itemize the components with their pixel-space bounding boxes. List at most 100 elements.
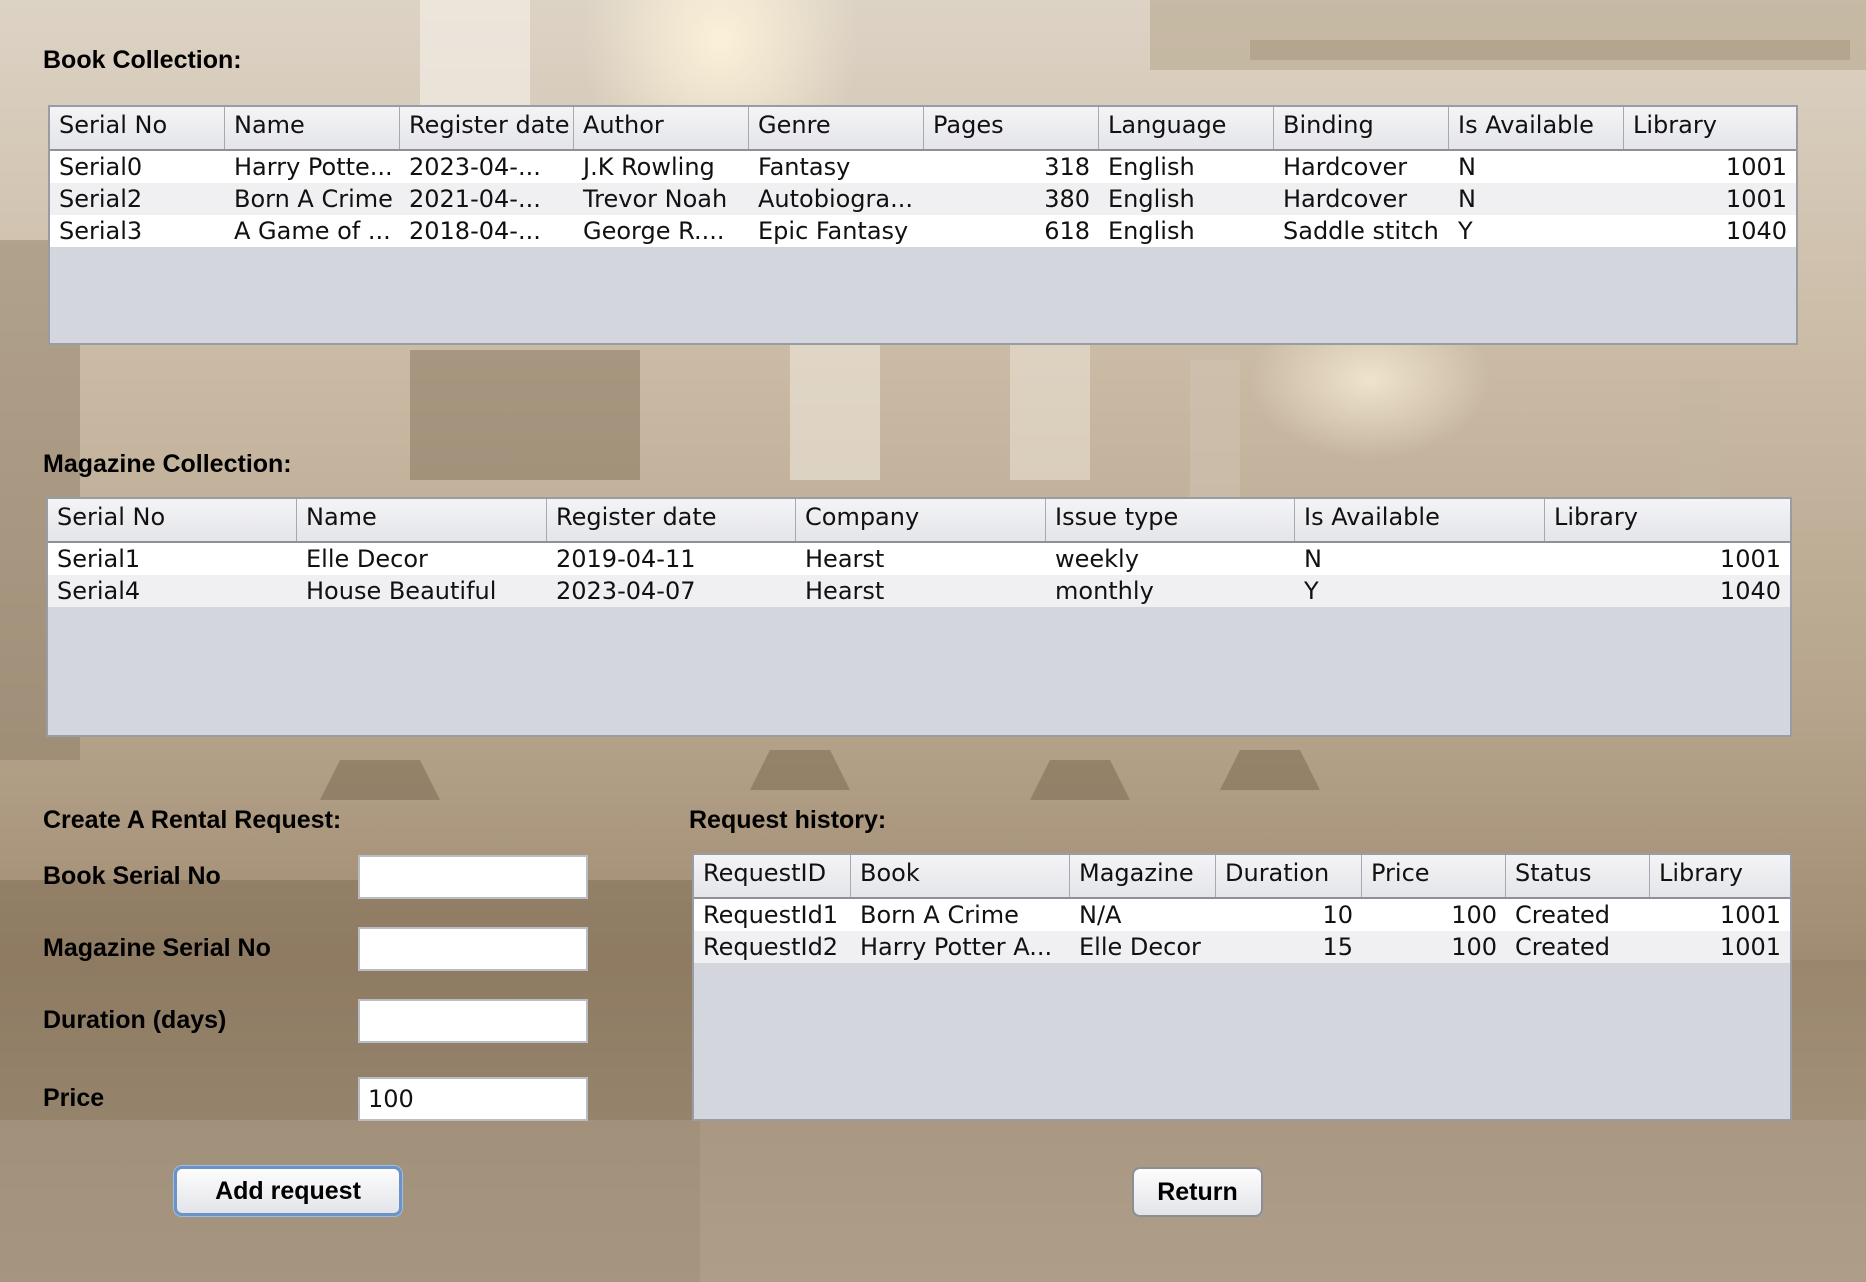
table-cell: Created (1515, 901, 1610, 929)
table-cell: Serial1 (57, 545, 141, 573)
book-col-binding[interactable]: Binding (1274, 107, 1449, 149)
table-cell: 2019-04-11 (556, 545, 696, 573)
table-cell: Serial4 (57, 577, 141, 605)
history-col-book[interactable]: Book (851, 855, 1070, 897)
table-cell: Fantasy (758, 153, 851, 181)
table-cell: 1040 (1719, 577, 1781, 605)
book-col-author[interactable]: Author (574, 107, 749, 149)
book-table-body: Serial0 Harry Potte... 2023-04-... J.K Rowl… (50, 151, 1796, 247)
table-cell: RequestId1 (703, 901, 839, 929)
table-cell: 618 (1044, 217, 1090, 245)
table-cell: J.K Rowling (583, 153, 715, 181)
magazine-table-row[interactable]: Serial4 House Beautiful 2023-04-07 Hearst mo… (48, 575, 1790, 607)
table-cell: Y (1458, 217, 1473, 245)
table-cell: N (1458, 185, 1476, 213)
request-history-title: Request history: (689, 806, 887, 834)
table-cell: House Beautiful (306, 577, 497, 605)
table-cell: 380 (1044, 185, 1090, 213)
table-cell: 15 (1322, 933, 1353, 961)
table-cell: N (1458, 153, 1476, 181)
book-collection-title: Book Collection: (43, 46, 242, 74)
history-col-magazine[interactable]: Magazine (1070, 855, 1216, 897)
table-cell: Serial2 (59, 185, 143, 213)
history-table-row[interactable]: RequestId2 Harry Potter A... Elle Decor 15 1… (694, 931, 1790, 963)
table-cell: weekly (1055, 545, 1139, 573)
table-cell: 10 (1322, 901, 1353, 929)
table-cell: Created (1515, 933, 1610, 961)
book-col-pages[interactable]: Pages (924, 107, 1099, 149)
price-input[interactable] (358, 1077, 588, 1121)
magazine-table-row[interactable]: Serial1 Elle Decor 2019-04-11 Hearst weekly N… (48, 543, 1790, 575)
table-cell: Trevor Noah (583, 185, 728, 213)
history-table-body: RequestId1 Born A Crime N/A 10 100 Created 100… (694, 899, 1790, 963)
book-col-library[interactable]: Library (1624, 107, 1796, 149)
table-cell: 1001 (1719, 901, 1781, 929)
table-cell: 318 (1044, 153, 1090, 181)
magazine-col-company[interactable]: Company (796, 499, 1046, 541)
book-col-register-date[interactable]: Register date (400, 107, 574, 149)
table-cell: Autobiogra... (758, 185, 914, 213)
book-table-row[interactable]: Serial3 A Game of ... 2018-04-... George R.… (50, 215, 1796, 247)
table-cell: Born A Crime (860, 901, 1019, 929)
book-table-row[interactable]: Serial2 Born A Crime 2021-04-... Trevor Noa… (50, 183, 1796, 215)
table-cell: 1001 (1719, 545, 1781, 573)
history-table-row[interactable]: RequestId1 Born A Crime N/A 10 100 Created 100… (694, 899, 1790, 931)
table-cell: 1001 (1719, 933, 1781, 961)
book-col-language[interactable]: Language (1099, 107, 1274, 149)
request-history-table[interactable]: RequestID Book Magazine Duration Price S… (692, 853, 1792, 1121)
table-cell: 1001 (1725, 153, 1787, 181)
table-cell: Hearst (805, 577, 885, 605)
book-serial-label: Book Serial No (43, 862, 221, 890)
book-table-header: Serial No Name Register date Author Genr… (50, 107, 1796, 151)
magazine-col-serial[interactable]: Serial No (48, 499, 297, 541)
add-request-button[interactable]: Add request (174, 1166, 402, 1216)
table-cell: Harry Potte... (234, 153, 393, 181)
table-cell: George R.... (583, 217, 725, 245)
table-cell: N/A (1079, 901, 1122, 929)
table-cell: Serial0 (59, 153, 143, 181)
table-cell: 100 (1451, 901, 1497, 929)
magazine-serial-label: Magazine Serial No (43, 934, 271, 962)
history-col-price[interactable]: Price (1362, 855, 1506, 897)
table-cell: Elle Decor (306, 545, 428, 573)
price-label: Price (43, 1084, 105, 1112)
magazine-table-header: Serial No Name Register date Company Iss… (48, 499, 1790, 543)
history-table-header: RequestID Book Magazine Duration Price S… (694, 855, 1790, 899)
table-cell: monthly (1055, 577, 1154, 605)
table-cell: A Game of ... (234, 217, 391, 245)
magazine-col-name[interactable]: Name (297, 499, 547, 541)
magazine-serial-input[interactable] (358, 927, 588, 971)
table-cell: Y (1304, 577, 1319, 605)
table-cell: Hardcover (1283, 153, 1408, 181)
table-cell: English (1108, 185, 1195, 213)
history-col-status[interactable]: Status (1506, 855, 1650, 897)
book-serial-input[interactable] (358, 855, 588, 899)
magazine-col-is-available[interactable]: Is Available (1295, 499, 1545, 541)
table-cell: Harry Potter A... (860, 933, 1053, 961)
magazine-col-issue-type[interactable]: Issue type (1046, 499, 1295, 541)
table-cell: 1001 (1725, 185, 1787, 213)
book-collection-table[interactable]: Serial No Name Register date Author Genr… (48, 105, 1798, 345)
book-col-serial[interactable]: Serial No (50, 107, 225, 149)
table-cell: Epic Fantasy (758, 217, 909, 245)
book-col-genre[interactable]: Genre (749, 107, 924, 149)
magazine-collection-title: Magazine Collection: (43, 450, 292, 478)
table-cell: N (1304, 545, 1322, 573)
history-col-library[interactable]: Library (1650, 855, 1790, 897)
table-cell: 2021-04-... (409, 185, 541, 213)
table-cell: 1040 (1725, 217, 1787, 245)
book-table-row[interactable]: Serial0 Harry Potte... 2023-04-... J.K Rowl… (50, 151, 1796, 183)
magazine-collection-table[interactable]: Serial No Name Register date Company Iss… (46, 497, 1792, 737)
duration-label: Duration (days) (43, 1006, 227, 1034)
return-button[interactable]: Return (1132, 1167, 1263, 1217)
magazine-table-body: Serial1 Elle Decor 2019-04-11 Hearst weekly N… (48, 543, 1790, 607)
table-cell: English (1108, 153, 1195, 181)
duration-input[interactable] (358, 999, 588, 1043)
book-col-is-available[interactable]: Is Available (1449, 107, 1624, 149)
table-cell: 2018-04-... (409, 217, 541, 245)
history-col-duration[interactable]: Duration (1216, 855, 1362, 897)
magazine-col-library[interactable]: Library (1545, 499, 1790, 541)
history-col-request-id[interactable]: RequestID (694, 855, 851, 897)
book-col-name[interactable]: Name (225, 107, 400, 149)
magazine-col-register-date[interactable]: Register date (547, 499, 796, 541)
